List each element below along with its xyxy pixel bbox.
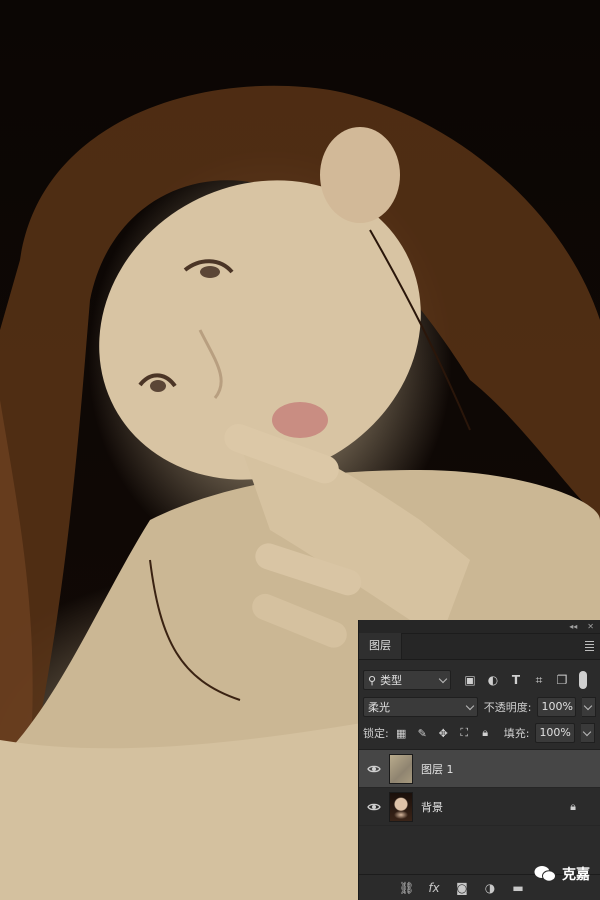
filter-kind-value: 类型 xyxy=(380,674,403,687)
blend-mode-select[interactable]: 柔光 xyxy=(363,697,478,717)
smart-object-filter-icon[interactable]: ❐ xyxy=(555,673,569,687)
blend-mode-value: 柔光 xyxy=(368,701,390,714)
panel-menu-icon[interactable] xyxy=(582,633,600,659)
layer-row[interactable]: 背景 🔒︎ xyxy=(359,788,600,826)
type-filter-icon[interactable]: T xyxy=(509,673,523,687)
close-panel-icon[interactable]: ✕ xyxy=(587,622,594,631)
lock-icons: ▦ ✎ ✥ ⛶ 🔒︎ xyxy=(395,726,492,740)
lock-label: 锁定: xyxy=(363,727,389,740)
filter-toggle[interactable] xyxy=(579,671,587,689)
layer-filter-row: ⚲ 类型 ▣ ◐ T ⌗ ❐ xyxy=(359,666,600,694)
opacity-dropdown[interactable] xyxy=(582,697,596,717)
tab-layers[interactable]: 图层 xyxy=(359,633,402,659)
opacity-label: 不透明度: xyxy=(483,701,532,714)
layer-list: 图层 1 背景 🔒︎ xyxy=(359,749,600,826)
layer-thumbnail xyxy=(389,753,413,784)
layer-name[interactable]: 图层 1 xyxy=(421,761,454,777)
pixel-filter-icon[interactable]: ▣ xyxy=(463,673,477,687)
lock-icon: 🔒︎ xyxy=(570,800,576,813)
fill-input[interactable]: 100% xyxy=(535,723,576,743)
layers-panel: ◂◂ ✕ 图层 ⚲ 类型 ▣ ◐ T ⌗ ❐ 柔光 不透明度: 100% 锁定:… xyxy=(358,620,600,900)
lock-image-icon[interactable]: ✎ xyxy=(416,727,429,740)
chevron-down-icon xyxy=(465,701,474,711)
watermark: 克嘉 xyxy=(534,864,590,884)
layer-row[interactable]: 图层 1 xyxy=(359,750,600,788)
adjustment-filter-icon[interactable]: ◐ xyxy=(486,673,500,687)
watermark-text: 克嘉 xyxy=(562,867,590,883)
collapse-icon[interactable]: ◂◂ xyxy=(569,622,577,631)
lock-all-icon[interactable]: 🔒︎ xyxy=(479,726,492,740)
fx-icon[interactable]: fx xyxy=(427,881,441,895)
lock-transparent-icon[interactable]: ▦ xyxy=(395,727,408,740)
mask-icon[interactable]: ◙ xyxy=(455,881,469,895)
lock-row: 锁定: ▦ ✎ ✥ ⛶ 🔒︎ 填充: 100% xyxy=(359,720,600,746)
visibility-eye-icon[interactable] xyxy=(359,764,389,774)
lock-position-icon[interactable]: ✥ xyxy=(437,727,450,740)
adjustment-icon[interactable]: ◑ xyxy=(483,881,497,895)
fill-label: 填充: xyxy=(503,727,530,740)
link-icon[interactable]: ⛓ xyxy=(399,881,414,895)
lock-artboard-icon[interactable]: ⛶ xyxy=(458,726,471,740)
panel-tabs: 图层 xyxy=(359,633,600,660)
layer-name[interactable]: 背景 xyxy=(421,799,443,815)
visibility-eye-icon[interactable] xyxy=(359,802,389,812)
opacity-input[interactable]: 100% xyxy=(537,697,577,717)
panel-top-controls: ◂◂ ✕ xyxy=(359,620,600,634)
search-icon: ⚲ xyxy=(368,673,377,687)
filter-kind-select[interactable]: ⚲ 类型 xyxy=(363,670,451,690)
chevron-down-icon xyxy=(438,674,448,684)
fill-dropdown[interactable] xyxy=(581,723,596,743)
folder-icon[interactable]: ▬ xyxy=(511,881,525,895)
filter-icons: ▣ ◐ T ⌗ ❐ xyxy=(463,673,569,688)
blend-row: 柔光 不透明度: 100% xyxy=(359,694,600,720)
layer-thumbnail xyxy=(389,791,413,822)
wechat-logo-icon xyxy=(534,866,556,882)
shape-filter-icon[interactable]: ⌗ xyxy=(532,673,546,687)
